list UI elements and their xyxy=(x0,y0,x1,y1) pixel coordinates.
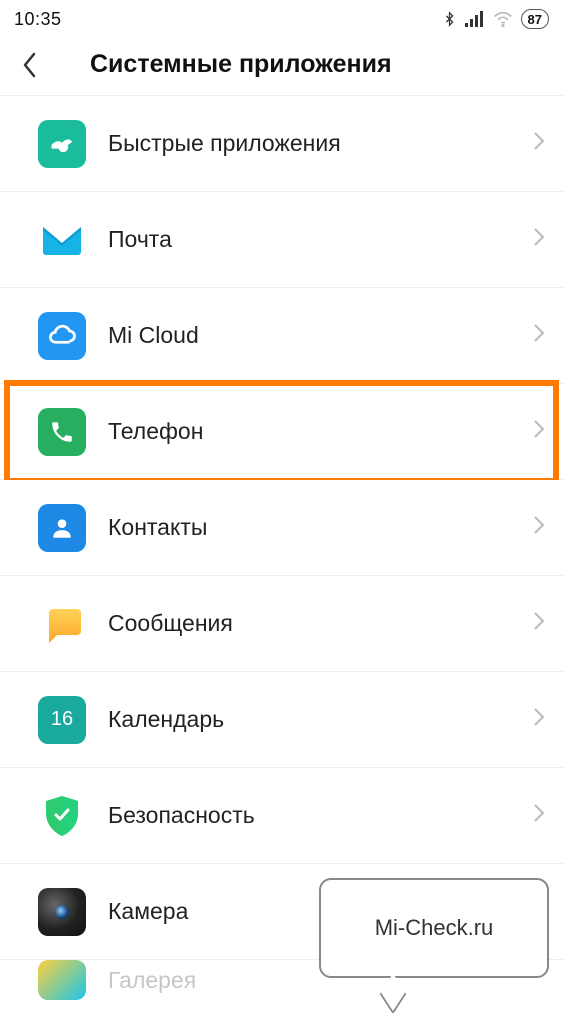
back-button[interactable] xyxy=(10,45,50,85)
header: Системные приложения xyxy=(0,34,563,96)
list-item-security[interactable]: Безопасность xyxy=(0,768,563,864)
list-item-calendar[interactable]: 16 Календарь xyxy=(0,672,563,768)
shield-icon xyxy=(38,792,86,840)
cloud-icon xyxy=(38,312,86,360)
chevron-right-icon xyxy=(533,515,545,540)
list-item-label: Телефон xyxy=(108,418,533,445)
chevron-left-icon xyxy=(22,52,38,78)
page-title: Системные приложения xyxy=(50,50,553,79)
list-item-quick-apps[interactable]: Быстрые приложения xyxy=(0,96,563,192)
mail-icon xyxy=(38,216,86,264)
chevron-right-icon xyxy=(533,707,545,732)
chevron-right-icon xyxy=(533,323,545,348)
camera-icon xyxy=(38,888,86,936)
messages-icon xyxy=(38,600,86,648)
list-item-micloud[interactable]: Mi Cloud xyxy=(0,288,563,384)
chevron-right-icon xyxy=(533,803,545,828)
list-item-label: Календарь xyxy=(108,706,533,733)
chevron-right-icon xyxy=(533,419,545,444)
bluetooth-icon xyxy=(442,9,457,29)
signal-icon xyxy=(465,11,485,27)
list-item-contacts[interactable]: Контакты xyxy=(0,480,563,576)
status-icons: 87 xyxy=(442,9,549,29)
list-item-label: Быстрые приложения xyxy=(108,130,533,157)
settings-list: Быстрые приложения Почта Mi Cloud xyxy=(0,96,563,1000)
battery-icon: 87 xyxy=(521,9,549,29)
calendar-date: 16 xyxy=(51,708,73,731)
status-bar: 10:35 87 xyxy=(0,0,563,34)
list-item-label: Безопасность xyxy=(108,802,533,829)
list-item-label: Почта xyxy=(108,226,533,253)
watermark-bubble: Mi-Check.ru xyxy=(319,878,549,978)
list-item-messages[interactable]: Сообщения xyxy=(0,576,563,672)
chevron-right-icon xyxy=(533,611,545,636)
wifi-icon xyxy=(493,11,513,27)
battery-level: 87 xyxy=(528,12,542,27)
list-item-phone[interactable]: Телефон xyxy=(0,384,563,480)
chevron-right-icon xyxy=(533,227,545,252)
chevron-right-icon xyxy=(533,131,545,156)
gallery-icon xyxy=(38,960,86,1000)
calendar-icon: 16 xyxy=(38,696,86,744)
contacts-icon xyxy=(38,504,86,552)
list-item-label: Сообщения xyxy=(108,610,533,637)
quick-apps-icon xyxy=(38,120,86,168)
phone-icon xyxy=(38,408,86,456)
status-time: 10:35 xyxy=(14,9,62,30)
list-item-label: Mi Cloud xyxy=(108,322,533,349)
list-item-mail[interactable]: Почта xyxy=(0,192,563,288)
watermark-text: Mi-Check.ru xyxy=(375,915,494,941)
list-item-label: Контакты xyxy=(108,514,533,541)
